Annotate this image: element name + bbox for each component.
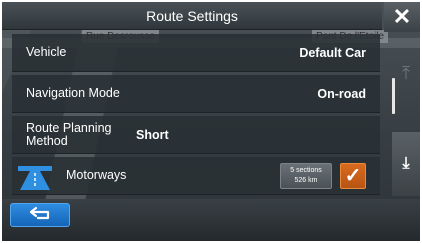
setting-row-route-planning-method[interactable]: Route Planning Method Short [12, 116, 380, 154]
motorways-checkbox[interactable]: ✓ [340, 162, 366, 189]
setting-label: Vehicle [26, 45, 67, 59]
setting-row-vehicle[interactable]: Vehicle Default Car [12, 34, 380, 72]
scroll-panel: ⤒ ⤓ [392, 34, 420, 198]
setting-label: Route Planning Method [26, 120, 112, 148]
route-settings-screen: Rue Desrousse Pont De l'Etoile Route Set… [2, 2, 420, 241]
close-button[interactable]: ✕ [384, 2, 420, 32]
checkmark-icon: ✓ [344, 165, 362, 187]
setting-value: Default Car [299, 45, 366, 60]
settings-list: Vehicle Default Car Navigation Mode On-r… [12, 34, 395, 198]
scroll-down-icon: ⤓ [402, 155, 410, 172]
scroll-to-top-icon: ⤒ [402, 62, 410, 83]
scroll-to-top-button[interactable]: ⤒ [392, 46, 420, 100]
setting-value: Short [136, 127, 169, 142]
back-arrow-icon [28, 206, 52, 225]
setting-label: Navigation Mode [26, 86, 120, 100]
motorway-sections-badge[interactable]: 5 sections 526 km [280, 162, 332, 189]
setting-value: On-road [317, 86, 366, 101]
scroll-down-button[interactable]: ⤓ [392, 132, 420, 196]
title-bar: Route Settings [2, 2, 382, 30]
sections-distance: 526 km [294, 176, 318, 184]
page-title: Route Settings [146, 7, 238, 24]
bottom-bar [2, 199, 420, 241]
sections-count: 5 sections [290, 166, 322, 174]
setting-label: Motorways [66, 168, 127, 182]
close-icon: ✕ [392, 4, 412, 29]
setting-row-navigation-mode[interactable]: Navigation Mode On-road [12, 75, 380, 113]
back-button[interactable] [10, 203, 70, 227]
motorway-icon [18, 162, 52, 190]
setting-row-motorways[interactable]: Motorways 5 sections 526 km ✓ [12, 157, 380, 195]
